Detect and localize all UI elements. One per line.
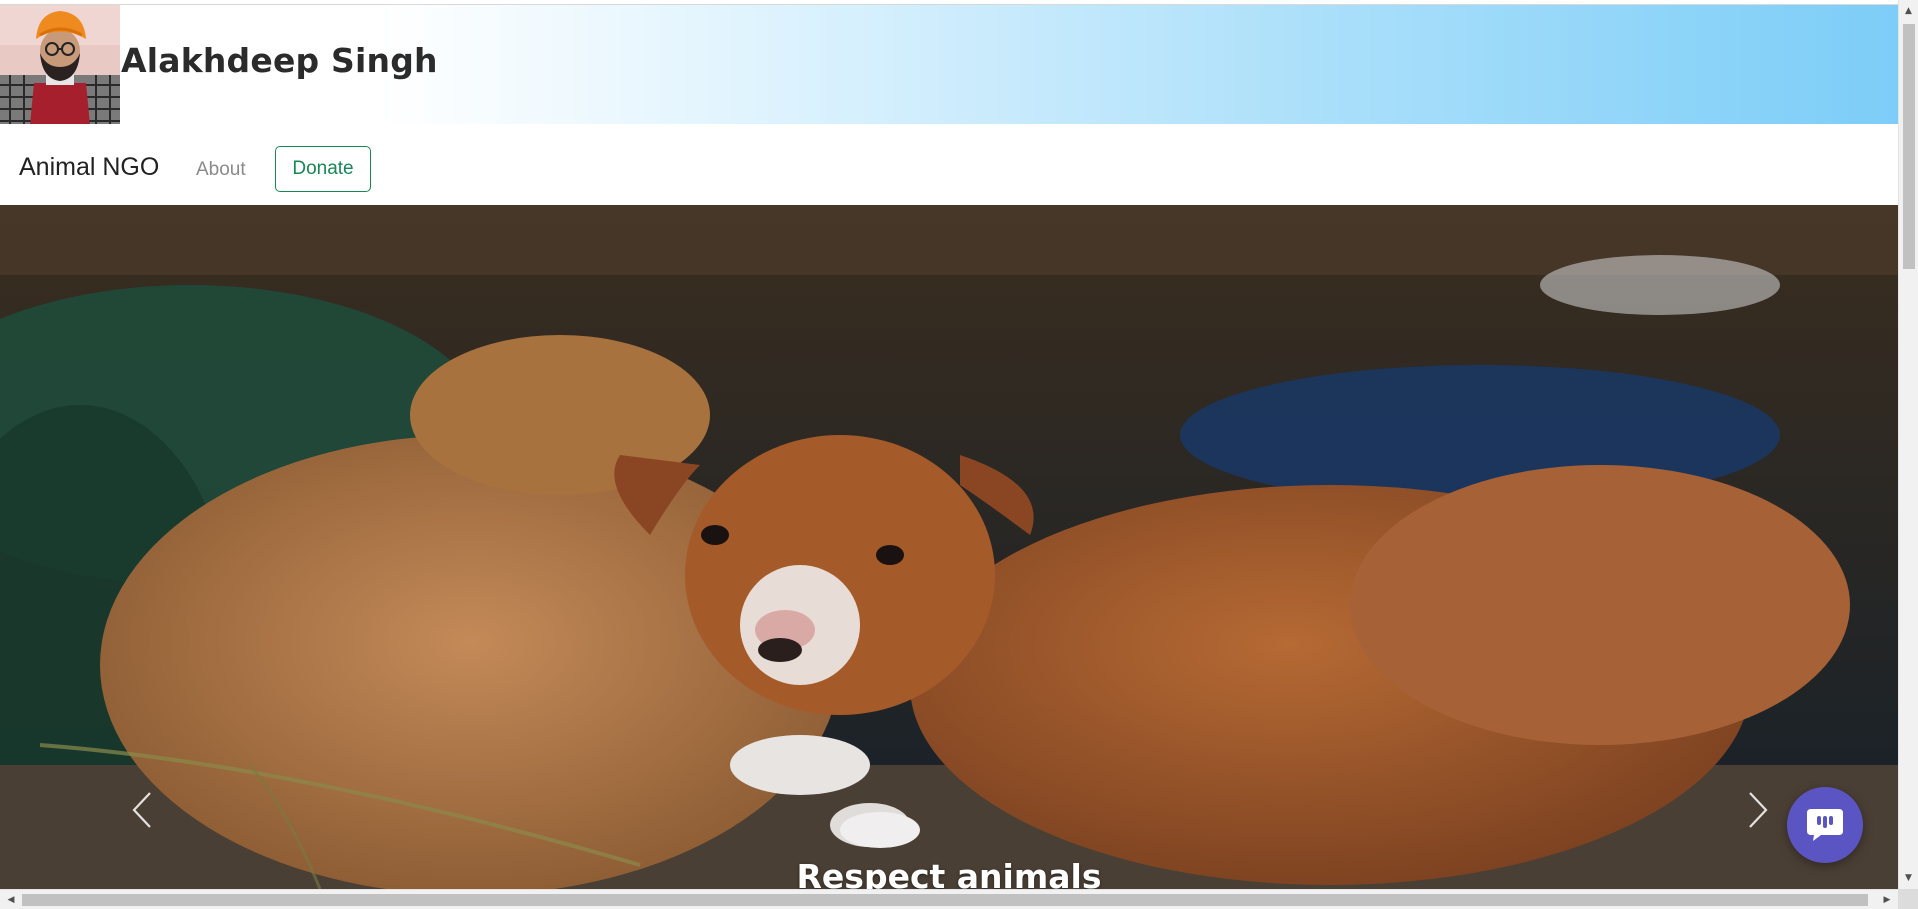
carousel-prev-button[interactable] [122, 790, 162, 830]
chat-widget-button[interactable] [1787, 787, 1863, 863]
chat-bubble-icon [1807, 809, 1843, 841]
brand-link[interactable]: Animal NGO [19, 153, 159, 182]
vertical-scrollbar[interactable]: ▲ ▼ [1898, 0, 1918, 889]
nav-link-about[interactable]: About [196, 159, 246, 181]
horizontal-scrollbar[interactable]: ◀ ▶ [0, 889, 1898, 909]
carousel-caption: Respect animals [796, 857, 1102, 889]
puppies-photo [0, 205, 1898, 889]
page-viewport: Alakhdeep Singh Animal NGO About Donate [0, 0, 1898, 889]
navbar: Animal NGO About Donate [0, 124, 1898, 205]
page-title: Alakhdeep Singh [121, 41, 438, 80]
vertical-scroll-thumb[interactable] [1903, 24, 1915, 269]
scroll-left-arrow-icon[interactable]: ◀ [2, 890, 20, 909]
scroll-right-arrow-icon[interactable]: ▶ [1878, 890, 1896, 909]
chevron-right-icon [1749, 792, 1768, 828]
donate-button[interactable]: Donate [275, 146, 371, 192]
avatar [0, 5, 120, 125]
carousel-next-button[interactable] [1738, 790, 1778, 830]
header-banner: Alakhdeep Singh [0, 4, 1898, 125]
image-carousel: Respect animals [0, 205, 1898, 889]
chevron-left-icon [132, 792, 151, 828]
horizontal-scroll-thumb[interactable] [22, 894, 1868, 906]
scroll-up-arrow-icon[interactable]: ▲ [1899, 2, 1918, 20]
scrollbar-corner [1898, 889, 1918, 909]
scroll-down-arrow-icon[interactable]: ▼ [1899, 869, 1918, 887]
